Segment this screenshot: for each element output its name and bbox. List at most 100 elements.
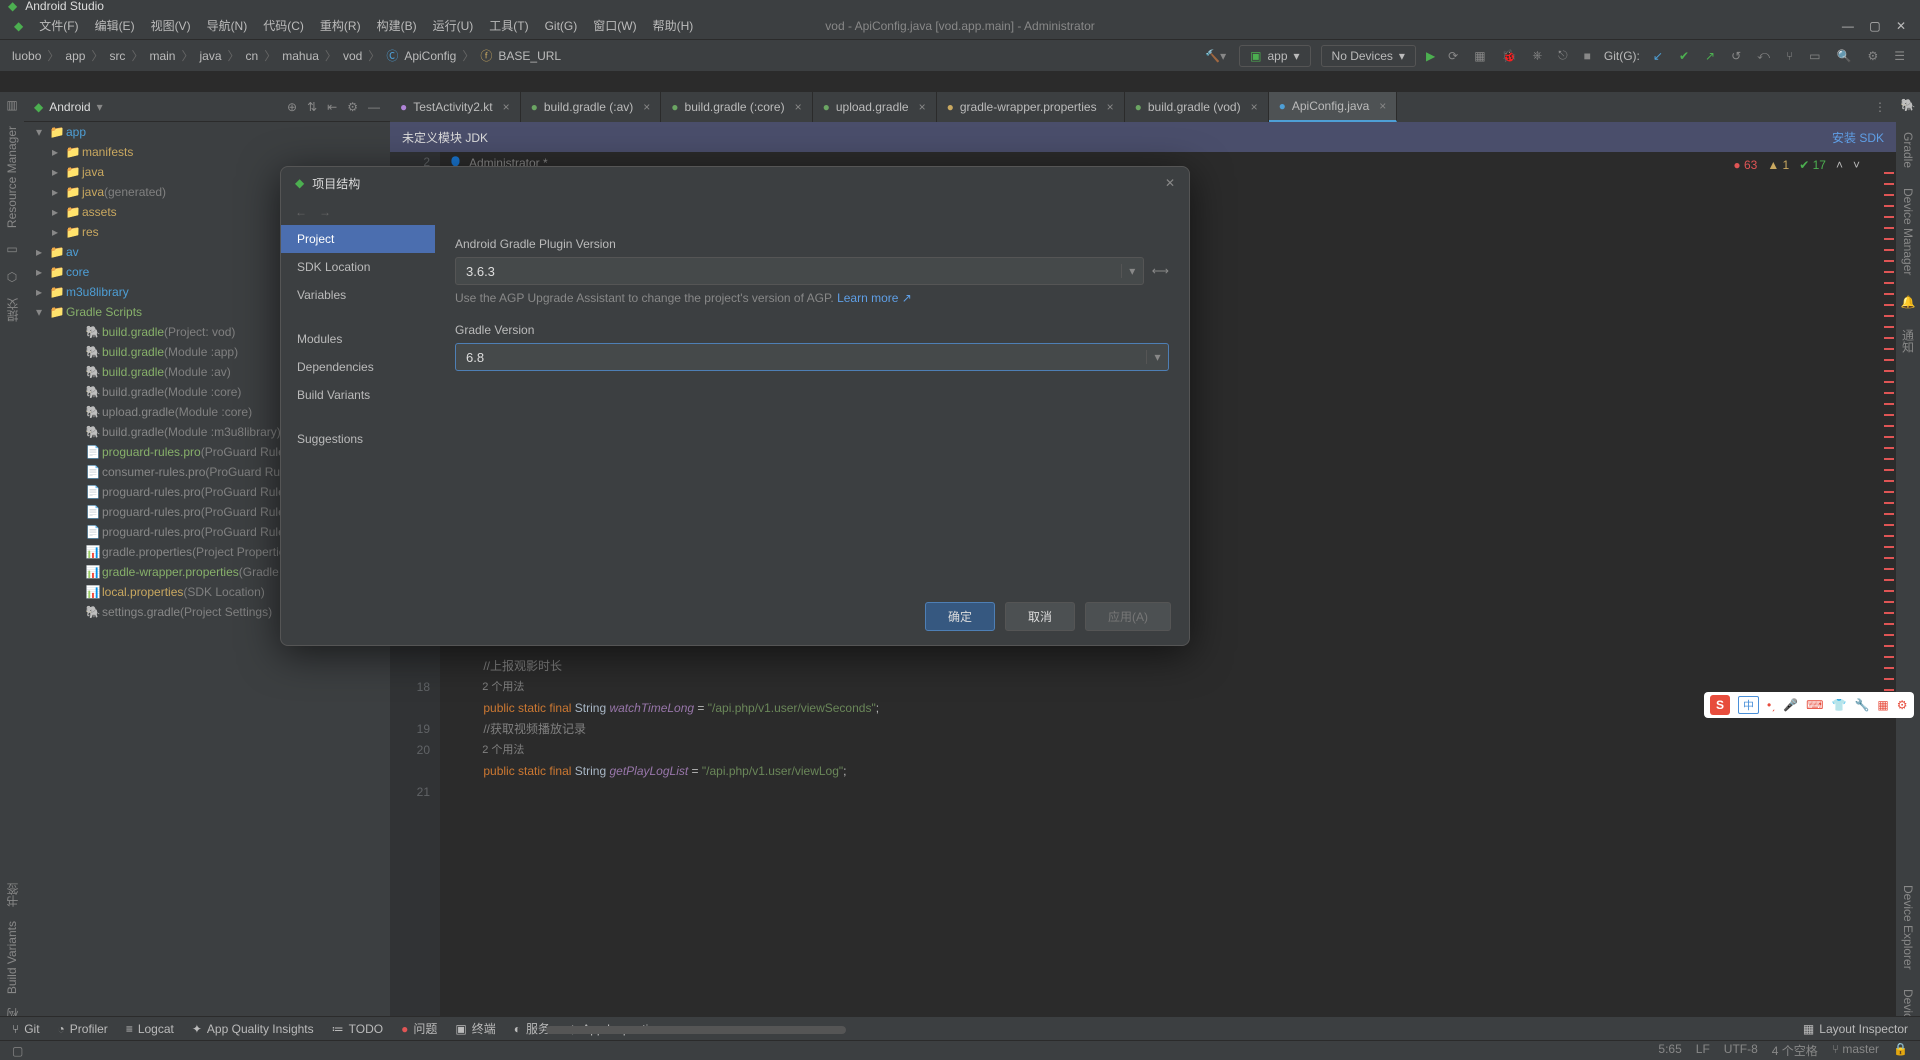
menu-tools[interactable]: 工具(T)	[483, 17, 534, 34]
expand-icon[interactable]: ⟷	[1152, 264, 1169, 278]
chevron-down-icon[interactable]: ▾	[97, 100, 103, 114]
debug-icon[interactable]: ⟳	[1445, 49, 1461, 63]
revert-icon[interactable]: ⤺	[1754, 48, 1773, 63]
stop-icon[interactable]: ■	[1581, 49, 1594, 63]
caret-position[interactable]: 5:65	[1658, 1042, 1681, 1059]
tool-profiler[interactable]: ◔ Profiler	[58, 1022, 108, 1036]
crumb-class[interactable]: ApiConfig	[404, 49, 456, 63]
ok-button[interactable]: 确定	[925, 602, 995, 631]
tool-services[interactable]: ◐ 服务	[514, 1020, 550, 1037]
editor-tab[interactable]: ●ApiConfig.java×	[1269, 92, 1398, 122]
dialog-side-sdk-location[interactable]: SDK Location	[281, 253, 435, 281]
project-view-selector[interactable]: Android	[49, 100, 90, 114]
project-icon[interactable]: ▭	[6, 242, 17, 256]
close-icon[interactable]: ×	[1107, 100, 1114, 114]
gear-icon[interactable]: ⚙	[347, 100, 358, 114]
ime-mic-icon[interactable]: 🎤	[1783, 698, 1798, 712]
tree-row[interactable]: ▸📁manifests	[24, 142, 390, 162]
coverage-icon[interactable]: ▦	[1471, 49, 1488, 63]
folder-icon[interactable]: ▭	[1806, 49, 1823, 63]
run-icon[interactable]: ▶	[1426, 49, 1435, 63]
ime-gear-icon[interactable]: ⚙	[1897, 698, 1908, 712]
gradle-version-combo[interactable]: ▾	[455, 343, 1169, 371]
menu-window[interactable]: 窗口(W)	[587, 17, 642, 34]
back-icon[interactable]: ←	[295, 205, 307, 219]
gradle-icon[interactable]: 🐘	[1901, 98, 1916, 112]
status-icon[interactable]: ▢	[12, 1044, 23, 1058]
bell-icon[interactable]: 🔔	[1901, 295, 1916, 309]
tree-row[interactable]: ▾📁app	[24, 122, 390, 142]
learn-more-link[interactable]: Learn more ↗	[837, 291, 912, 305]
git-commit-icon[interactable]: ✔	[1676, 49, 1692, 63]
close-icon[interactable]: ✕	[1165, 176, 1175, 190]
chevron-down-icon[interactable]: ▾	[1121, 264, 1143, 278]
menu-navigate[interactable]: 导航(N)	[201, 17, 254, 34]
breadcrumb[interactable]: luobo〉 app〉 src〉 main〉 java〉 cn〉 mahua〉 …	[12, 47, 561, 64]
settings-icon[interactable]: ⚙	[1864, 49, 1881, 63]
horizontal-scrollbar[interactable]	[546, 1026, 846, 1034]
agp-version-input[interactable]	[456, 264, 1121, 279]
banner-action-link[interactable]: 安装 SDK	[1832, 129, 1884, 146]
commit-icon[interactable]: ⬡	[7, 270, 17, 284]
right-tab-device-explorer[interactable]: Device Explorer	[1901, 885, 1915, 970]
left-tab-bookmarks[interactable]: 书签	[4, 883, 21, 907]
indent-status[interactable]: 4 个空格	[1772, 1042, 1818, 1059]
tool-terminal[interactable]: ▣ 终端	[455, 1020, 495, 1037]
dialog-side-dependencies[interactable]: Dependencies	[281, 353, 435, 381]
ime-toolbar[interactable]: S 中 •ˏ 🎤 ⌨ 👕 🔧 ▦ ⚙	[1704, 692, 1914, 718]
dialog-side-modules[interactable]: Modules	[281, 325, 435, 353]
menu-run[interactable]: 运行(U)	[427, 17, 480, 34]
ime-kbd-icon[interactable]: ⌨	[1806, 698, 1823, 712]
left-tab-resource-manager[interactable]: Resource Manager	[5, 126, 19, 228]
editor-tab[interactable]: ●upload.gradle×	[813, 92, 937, 122]
module-selector[interactable]: ▣app▾	[1239, 45, 1310, 67]
crumb-field[interactable]: BASE_URL	[498, 49, 561, 63]
right-tab-gradle[interactable]: Gradle	[1901, 132, 1915, 168]
history-icon[interactable]: ↺	[1728, 49, 1744, 63]
left-tab-build-variants[interactable]: Build Variants	[5, 921, 19, 994]
cancel-button[interactable]: 取消	[1005, 602, 1075, 631]
hammer-icon[interactable]: 🔨▾	[1202, 49, 1229, 63]
editor-tab[interactable]: ●build.gradle (vod)×	[1125, 92, 1269, 122]
crumb[interactable]: vod	[343, 49, 362, 63]
left-tab-commit[interactable]: 提交	[4, 298, 21, 322]
menu-build[interactable]: 构建(B)	[371, 17, 423, 34]
editor-tab[interactable]: ●build.gradle (:core)×	[661, 92, 812, 122]
menu-code[interactable]: 代码(C)	[257, 17, 310, 34]
maximize-icon[interactable]: ▢	[1863, 19, 1886, 33]
tool-git[interactable]: ⑂ Git	[12, 1022, 40, 1036]
editor-tab[interactable]: ●build.gradle (:av)×	[521, 92, 662, 122]
minimize-icon[interactable]: —	[1836, 19, 1860, 33]
crumb[interactable]: mahua	[282, 49, 319, 63]
error-stripe[interactable]	[1882, 152, 1894, 1032]
right-tab-notifications[interactable]: 通知	[1900, 329, 1917, 353]
sogou-logo-icon[interactable]: S	[1710, 695, 1730, 715]
attach-icon[interactable]: ⎋	[1555, 48, 1571, 63]
crumb[interactable]: java	[199, 49, 221, 63]
tool-aqi[interactable]: ✦ App Quality Insights	[192, 1022, 314, 1036]
menu-view[interactable]: 视图(V)	[145, 17, 197, 34]
crumb[interactable]: main	[149, 49, 175, 63]
avatar-icon[interactable]: ☰	[1891, 49, 1908, 63]
lock-icon[interactable]: 🔒	[1893, 1042, 1908, 1059]
close-icon[interactable]: ×	[1251, 100, 1258, 114]
close-icon[interactable]: ×	[643, 100, 650, 114]
target-icon[interactable]: ⊕	[287, 100, 297, 114]
menu-file[interactable]: 文件(F)	[33, 17, 84, 34]
line-separator[interactable]: LF	[1696, 1042, 1710, 1059]
git-branch[interactable]: ⑂ master	[1832, 1042, 1879, 1059]
crumb[interactable]: cn	[246, 49, 259, 63]
file-encoding[interactable]: UTF-8	[1724, 1042, 1758, 1059]
apply-button[interactable]: 应用(A)	[1085, 602, 1171, 631]
resource-mgr-icon[interactable]: ▥	[6, 98, 17, 112]
ime-shirt-icon[interactable]: 👕	[1831, 698, 1846, 712]
ime-icon[interactable]: •ˏ	[1767, 698, 1775, 712]
profiler-icon[interactable]: ⎈	[1530, 48, 1546, 63]
search-icon[interactable]: 🔍	[1834, 49, 1855, 63]
agp-version-combo[interactable]: ▾	[455, 257, 1144, 285]
close-icon[interactable]: ×	[919, 100, 926, 114]
ime-tool-icon[interactable]: 🔧	[1854, 698, 1869, 712]
crumb[interactable]: app	[65, 49, 85, 63]
dialog-side-suggestions[interactable]: Suggestions	[281, 425, 435, 453]
dialog-side-build-variants[interactable]: Build Variants	[281, 381, 435, 409]
